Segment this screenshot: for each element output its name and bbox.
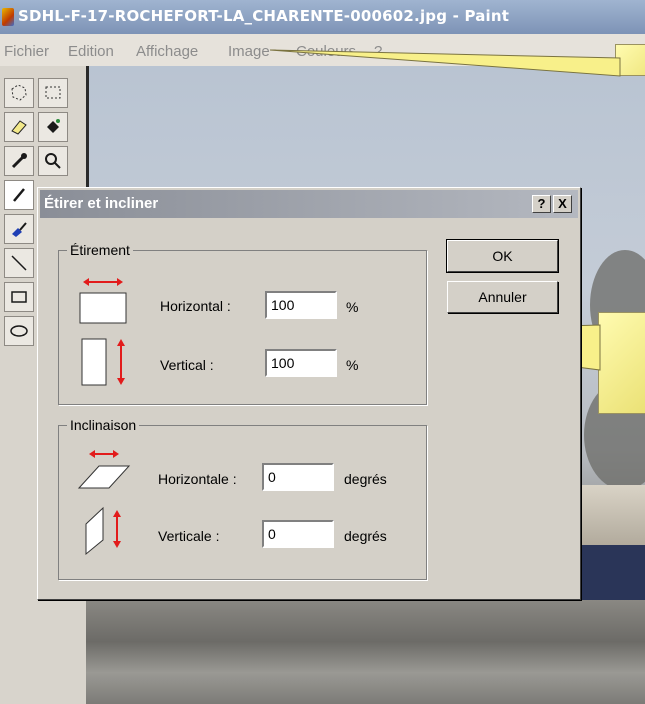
vertical-stretch-unit: % <box>346 357 359 373</box>
ok-button[interactable]: OK <box>446 239 559 273</box>
window-title: SDHL-F-17-ROCHEFORT-LA_CHARENTE-000602.j… <box>18 7 510 25</box>
vertical-skew-icon <box>85 506 121 556</box>
horizontal-stretch-input[interactable] <box>265 291 337 319</box>
fill-icon[interactable] <box>38 112 68 142</box>
stretch-skew-dialog: Étirer et incliner ? X Étirement Horizon… <box>37 187 581 600</box>
close-button[interactable]: X <box>553 195 572 213</box>
vertical-stretch-input[interactable] <box>265 349 337 377</box>
color-picker-icon[interactable] <box>4 146 34 176</box>
vertical-skew-label: Verticale : <box>158 528 220 544</box>
callout-bubble <box>598 312 645 414</box>
menu-couleurs[interactable]: Couleurs <box>296 43 356 60</box>
vertical-skew-input[interactable] <box>262 520 334 548</box>
horizontal-skew-input[interactable] <box>262 463 334 491</box>
horizontal-stretch-unit: % <box>346 299 359 315</box>
ellipse-icon[interactable] <box>4 316 34 346</box>
free-select-icon[interactable] <box>4 78 34 108</box>
menu-image[interactable]: Image <box>228 43 270 60</box>
skew-group-label: Inclinaison <box>67 417 140 433</box>
menu-help[interactable]: ? <box>374 43 382 60</box>
eraser-icon[interactable] <box>4 112 34 142</box>
skew-group: Inclinaison Horizontale : degrés Vertica… <box>58 417 427 580</box>
horizontal-stretch-icon <box>79 278 127 324</box>
horizontal-skew-label: Horizontale : <box>158 471 237 487</box>
horizontal-skew-icon <box>77 450 131 489</box>
rect-select-icon[interactable] <box>38 78 68 108</box>
menu-bar: Fichier Edition Affichage Image Couleurs… <box>0 34 645 66</box>
magnifier-icon[interactable] <box>38 146 68 176</box>
vertical-stretch-icon <box>81 338 125 386</box>
canvas-quay <box>86 600 645 704</box>
dialog-title: Étirer et incliner <box>44 195 159 212</box>
dialog-title-bar: Étirer et incliner ? X <box>40 190 578 218</box>
stretch-group-label: Étirement <box>67 242 133 258</box>
horizontal-skew-unit: degrés <box>344 471 387 487</box>
vertical-skew-unit: degrés <box>344 528 387 544</box>
vertical-stretch-label: Vertical : <box>160 357 214 373</box>
horizontal-stretch-label: Horizontal : <box>160 298 231 314</box>
help-button[interactable]: ? <box>532 195 551 213</box>
callout-bubble <box>615 44 645 76</box>
rectangle-icon[interactable] <box>4 282 34 312</box>
title-bar: SDHL-F-17-ROCHEFORT-LA_CHARENTE-000602.j… <box>0 0 645 34</box>
cancel-button[interactable]: Annuler <box>447 281 558 313</box>
menu-fichier[interactable]: Fichier <box>4 43 49 60</box>
stretch-group: Étirement Horizontal : % Vertical : % <box>58 242 427 405</box>
paint-icon <box>2 8 14 26</box>
menu-affichage[interactable]: Affichage <box>136 43 198 60</box>
menu-edition[interactable]: Edition <box>68 43 114 60</box>
line-icon[interactable] <box>4 248 34 278</box>
brush-icon[interactable] <box>4 214 34 244</box>
pencil-icon[interactable] <box>4 180 34 210</box>
